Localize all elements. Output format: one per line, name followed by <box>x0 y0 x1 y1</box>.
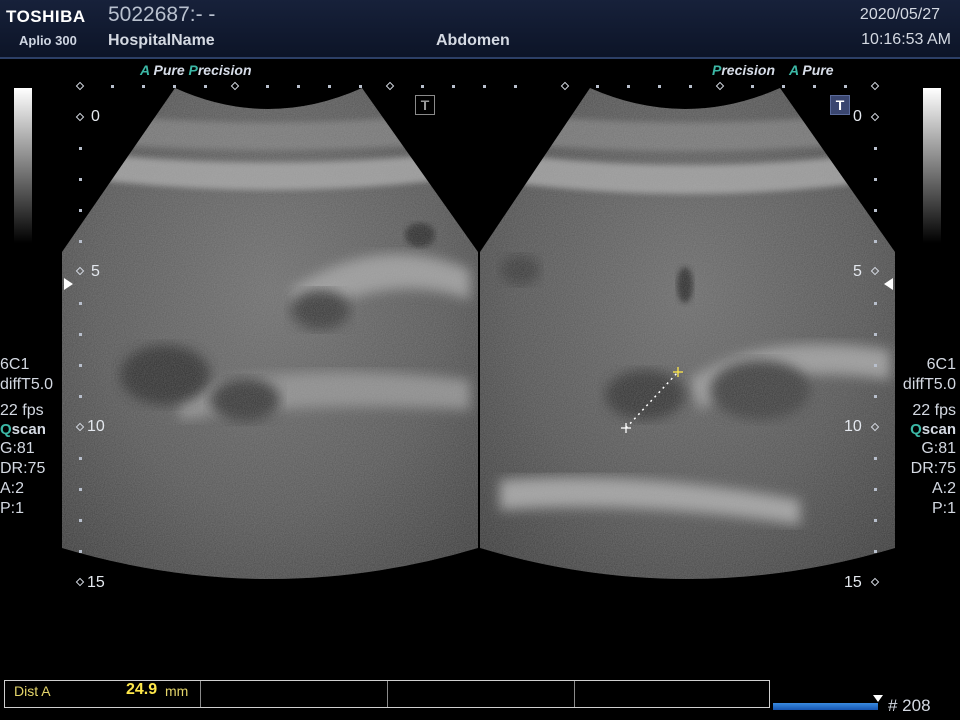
right-image-params: 6C1 diffT5.0 22 fps Qscan G:81 DR:75 A:2… <box>902 356 956 517</box>
measurement-cell[interactable] <box>201 681 388 707</box>
left-t-marker-icon[interactable]: T <box>415 95 435 115</box>
measurement-unit: mm <box>165 683 189 699</box>
left-grayscale-bar <box>14 88 32 243</box>
right-scan-fan <box>480 88 895 579</box>
measurement-cell[interactable] <box>388 681 575 707</box>
cine-progress-bar[interactable] <box>773 703 878 710</box>
right-t-marker-icon[interactable]: T <box>830 95 850 115</box>
right-grayscale-bar <box>923 88 941 243</box>
measurement-cell[interactable] <box>575 681 769 707</box>
measurement-results-bar <box>4 680 770 708</box>
ultrasound-image <box>62 88 895 579</box>
measurement-value: 24.9 <box>126 681 158 698</box>
left-scan-fan <box>62 88 478 579</box>
right-image-tag: Precision A Pure <box>712 62 834 78</box>
cine-position-marker-icon[interactable] <box>873 695 883 702</box>
cine-frame-number: # 208 <box>888 696 931 715</box>
left-focus-marker-icon[interactable] <box>64 278 73 290</box>
measurement-label: Dist A <box>14 683 51 699</box>
right-focus-marker-icon[interactable] <box>884 278 893 290</box>
left-image-tag: A Pure Precision <box>140 62 252 78</box>
left-image-params: 6C1 diffT5.0 22 fps Qscan G:81 DR:75 A:2… <box>0 356 54 517</box>
